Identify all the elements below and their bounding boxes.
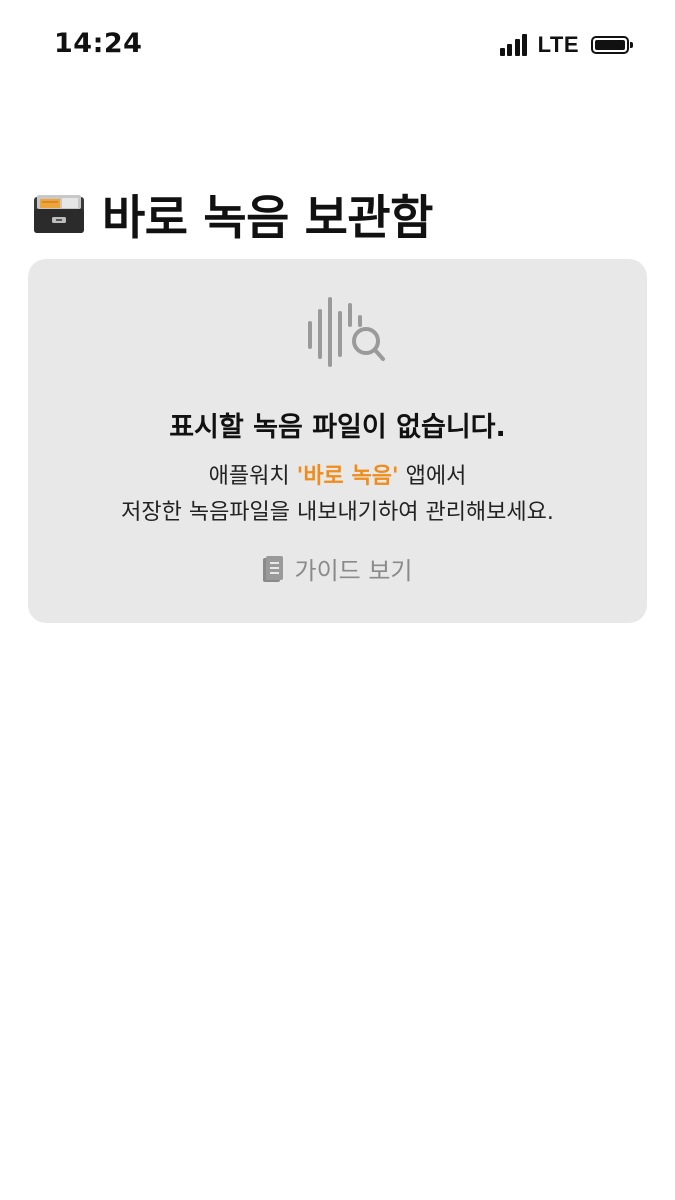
document-icon <box>263 555 284 582</box>
guide-label: 가이드 보기 <box>294 557 413 585</box>
description-suffix: 앱에서 <box>398 464 467 489</box>
waveform-search-icon <box>308 297 385 367</box>
status-time: 14:24 <box>54 28 143 59</box>
description-prefix: 애플워치 <box>208 464 297 489</box>
status-indicators: LTE <box>499 32 633 58</box>
page-header: 바로 녹음 보관함 <box>32 178 433 248</box>
file-cabinet-icon <box>34 195 84 233</box>
cellular-signal-icon <box>499 34 530 56</box>
status-bar: 14:24 LTE <box>0 0 675 90</box>
description-line-2: 저장한 녹음파일을 내보내기하여 관리해보세요. <box>121 500 554 525</box>
network-type-label: LTE <box>537 32 579 57</box>
page-title: 바로 녹음 보관함 <box>102 190 433 246</box>
empty-state-card: 표시할 녹음 파일이 없습니다. 애플워치 '바로 녹음' 앱에서 저장한 녹음… <box>28 259 647 623</box>
empty-state-title: 표시할 녹음 파일이 없습니다. <box>169 412 506 443</box>
guide-button[interactable]: 가이드 보기 <box>28 551 647 586</box>
description-line-1: 애플워치 '바로 녹음' 앱에서 <box>28 459 647 495</box>
battery-icon <box>591 36 633 54</box>
empty-state-description: 애플워치 '바로 녹음' 앱에서 저장한 녹음파일을 내보내기하여 관리해보세요… <box>28 459 647 531</box>
app-name-highlight: '바로 녹음' <box>296 464 399 489</box>
